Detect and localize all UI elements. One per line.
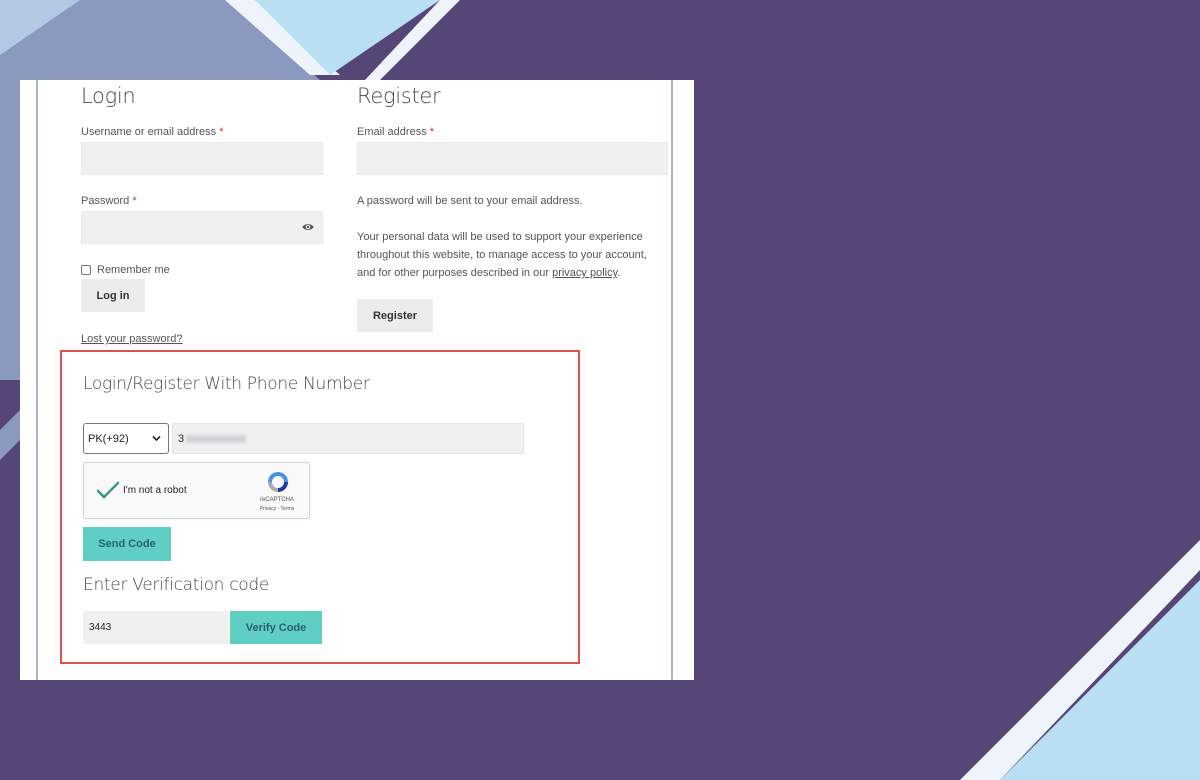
email-label: Email address * (357, 126, 435, 138)
recaptcha-widget[interactable]: I'm not a robot reCAPTCHA Privacy - Term… (83, 462, 310, 519)
privacy-policy-link[interactable]: privacy policy (552, 267, 617, 279)
verification-title: Enter Verification code (83, 575, 270, 595)
country-code-value: PK(+92) (88, 432, 129, 445)
username-input[interactable] (81, 142, 323, 175)
verification-code-input[interactable]: 3443 (83, 611, 229, 644)
phone-number-value: 3 (178, 432, 185, 445)
recaptcha-logo-icon (268, 472, 288, 492)
verify-code-button[interactable]: Verify Code (230, 611, 322, 644)
verification-code-value: 3443 (89, 622, 112, 633)
remember-checkbox[interactable] (81, 265, 91, 275)
register-title: Register (357, 84, 441, 108)
remember-label: Remember me (97, 264, 170, 276)
frame-border-left (36, 80, 38, 680)
send-code-button[interactable]: Send Code (83, 527, 171, 561)
register-button[interactable]: Register (357, 299, 433, 332)
email-input[interactable] (357, 142, 668, 175)
recaptcha-brand: reCAPTCHA (259, 497, 294, 503)
lost-password-link[interactable]: Lost your password? (81, 333, 183, 345)
recaptcha-label: I'm not a robot (123, 485, 187, 496)
phone-login-title: Login/Register With Phone Number (83, 374, 370, 394)
password-label: Password * (81, 195, 137, 207)
blurred-digits (186, 434, 247, 443)
username-label: Username or email address * (81, 126, 224, 138)
recaptcha-terms[interactable]: Privacy - Terms (250, 506, 304, 512)
eye-icon[interactable] (301, 222, 315, 232)
privacy-text: Your personal data will be used to suppo… (357, 231, 647, 279)
screenshot-panel: Login Username or email address * Passwo… (20, 80, 694, 680)
chevron-down-icon (152, 435, 161, 442)
password-input[interactable] (81, 211, 323, 244)
phone-number-input[interactable]: 3 (172, 423, 524, 454)
checkmark-icon[interactable] (96, 480, 120, 500)
country-code-select[interactable]: PK(+92) (83, 423, 169, 454)
password-note: A password will be sent to your email ad… (357, 195, 583, 207)
login-title: Login (81, 84, 136, 108)
login-button[interactable]: Log in (81, 279, 145, 312)
frame-border-right (671, 80, 673, 680)
